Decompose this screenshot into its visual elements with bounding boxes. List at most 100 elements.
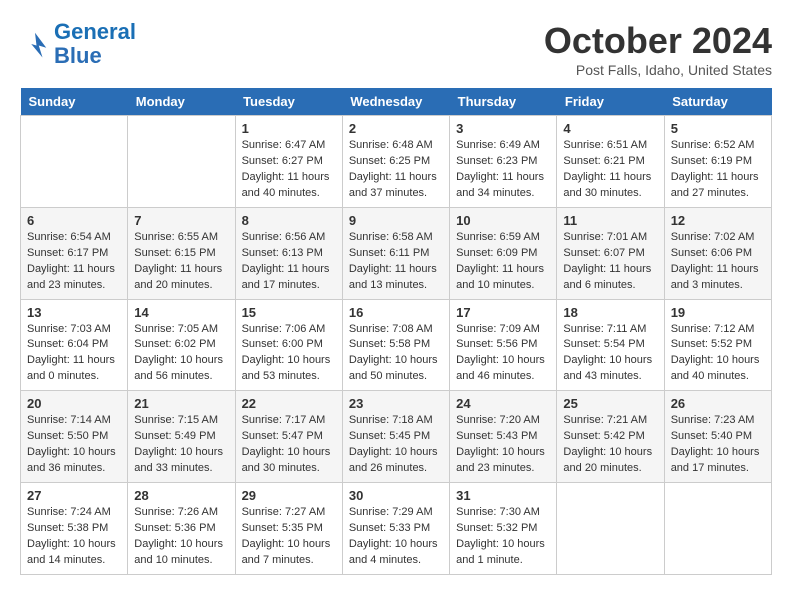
day-info: Sunrise: 6:52 AM Sunset: 6:19 PM Dayligh… bbox=[671, 138, 765, 202]
day-number: 20 bbox=[27, 396, 121, 411]
calendar-cell: 7 Sunrise: 6:55 AM Sunset: 6:15 PM Daylig… bbox=[128, 207, 235, 299]
calendar-cell: 27 Sunrise: 7:24 AM Sunset: 5:38 PM Dayli… bbox=[21, 483, 128, 575]
day-info: Sunrise: 6:55 AM Sunset: 6:15 PM Dayligh… bbox=[134, 230, 228, 294]
day-number: 14 bbox=[134, 305, 228, 320]
day-info: Sunrise: 7:29 AM Sunset: 5:33 PM Dayligh… bbox=[349, 505, 443, 569]
day-number: 17 bbox=[456, 305, 550, 320]
day-number: 19 bbox=[671, 305, 765, 320]
day-number: 23 bbox=[349, 396, 443, 411]
day-info: Sunrise: 7:20 AM Sunset: 5:43 PM Dayligh… bbox=[456, 413, 550, 477]
calendar-cell: 18 Sunrise: 7:11 AM Sunset: 5:54 PM Dayli… bbox=[557, 299, 664, 391]
day-number: 30 bbox=[349, 488, 443, 503]
calendar-cell: 12 Sunrise: 7:02 AM Sunset: 6:06 PM Dayli… bbox=[664, 207, 771, 299]
calendar-cell: 24Sunrise: 7:20 AM Sunset: 5:43 PM Dayli… bbox=[450, 391, 557, 483]
day-number: 3 bbox=[456, 121, 550, 136]
logo-line1: General bbox=[54, 19, 136, 44]
day-number: 12 bbox=[671, 213, 765, 228]
day-number: 5 bbox=[671, 121, 765, 136]
day-number: 27 bbox=[27, 488, 121, 503]
day-info: Sunrise: 7:17 AM Sunset: 5:47 PM Dayligh… bbox=[242, 413, 336, 477]
day-info: Sunrise: 7:18 AM Sunset: 5:45 PM Dayligh… bbox=[349, 413, 443, 477]
calendar-cell: 15 Sunrise: 7:06 AM Sunset: 6:00 PM Dayli… bbox=[235, 299, 342, 391]
calendar-cell: 11Sunrise: 7:01 AM Sunset: 6:07 PM Dayli… bbox=[557, 207, 664, 299]
calendar-week-row: 20 Sunrise: 7:14 AM Sunset: 5:50 PM Dayli… bbox=[21, 391, 772, 483]
calendar-cell: 10 Sunrise: 6:59 AM Sunset: 6:09 PM Dayli… bbox=[450, 207, 557, 299]
calendar-cell: 26 Sunrise: 7:23 AM Sunset: 5:40 PM Dayli… bbox=[664, 391, 771, 483]
day-number: 15 bbox=[242, 305, 336, 320]
day-info: Sunrise: 6:48 AM Sunset: 6:25 PM Dayligh… bbox=[349, 138, 443, 202]
calendar-body: 1 Sunrise: 6:47 AM Sunset: 6:27 PM Daylig… bbox=[21, 116, 772, 575]
day-info: Sunrise: 6:51 AM Sunset: 6:21 PM Dayligh… bbox=[563, 138, 657, 202]
day-info: Sunrise: 7:23 AM Sunset: 5:40 PM Dayligh… bbox=[671, 413, 765, 477]
day-info: Sunrise: 7:05 AM Sunset: 6:02 PM Dayligh… bbox=[134, 322, 228, 386]
calendar-cell: 21 Sunrise: 7:15 AM Sunset: 5:49 PM Dayli… bbox=[128, 391, 235, 483]
calendar-cell: 17Sunrise: 7:09 AM Sunset: 5:56 PM Dayli… bbox=[450, 299, 557, 391]
logo-line2: Blue bbox=[54, 43, 102, 68]
calendar-cell: 22Sunrise: 7:17 AM Sunset: 5:47 PM Dayli… bbox=[235, 391, 342, 483]
day-info: Sunrise: 7:14 AM Sunset: 5:50 PM Dayligh… bbox=[27, 413, 121, 477]
day-number: 29 bbox=[242, 488, 336, 503]
calendar-cell: 30 Sunrise: 7:29 AM Sunset: 5:33 PM Dayli… bbox=[342, 483, 449, 575]
day-number: 16 bbox=[349, 305, 443, 320]
day-number: 21 bbox=[134, 396, 228, 411]
day-info: Sunrise: 6:56 AM Sunset: 6:13 PM Dayligh… bbox=[242, 230, 336, 294]
calendar-cell: 29Sunrise: 7:27 AM Sunset: 5:35 PM Dayli… bbox=[235, 483, 342, 575]
calendar-cell: 19 Sunrise: 7:12 AM Sunset: 5:52 PM Dayli… bbox=[664, 299, 771, 391]
month-title: October 2024 bbox=[544, 20, 772, 62]
day-info: Sunrise: 6:47 AM Sunset: 6:27 PM Dayligh… bbox=[242, 138, 336, 202]
calendar-cell bbox=[557, 483, 664, 575]
calendar-cell: 16Sunrise: 7:08 AM Sunset: 5:58 PM Dayli… bbox=[342, 299, 449, 391]
day-number: 25 bbox=[563, 396, 657, 411]
calendar-cell: 4 Sunrise: 6:51 AM Sunset: 6:21 PM Daylig… bbox=[557, 116, 664, 208]
day-info: Sunrise: 7:30 AM Sunset: 5:32 PM Dayligh… bbox=[456, 505, 550, 569]
calendar-cell: 14 Sunrise: 7:05 AM Sunset: 6:02 PM Dayli… bbox=[128, 299, 235, 391]
day-number: 10 bbox=[456, 213, 550, 228]
calendar-week-row: 27 Sunrise: 7:24 AM Sunset: 5:38 PM Dayli… bbox=[21, 483, 772, 575]
day-number: 28 bbox=[134, 488, 228, 503]
day-number: 1 bbox=[242, 121, 336, 136]
logo: General Blue bbox=[20, 20, 136, 68]
calendar-table: SundayMondayTuesdayWednesdayThursdayFrid… bbox=[20, 88, 772, 575]
calendar-week-row: 6 Sunrise: 6:54 AM Sunset: 6:17 PM Daylig… bbox=[21, 207, 772, 299]
calendar-cell: 3Sunrise: 6:49 AM Sunset: 6:23 PM Daylig… bbox=[450, 116, 557, 208]
calendar-week-row: 1 Sunrise: 6:47 AM Sunset: 6:27 PM Daylig… bbox=[21, 116, 772, 208]
day-number: 7 bbox=[134, 213, 228, 228]
calendar-cell: 23 Sunrise: 7:18 AM Sunset: 5:45 PM Dayli… bbox=[342, 391, 449, 483]
weekday-header-cell: Friday bbox=[557, 88, 664, 116]
calendar-week-row: 13 Sunrise: 7:03 AM Sunset: 6:04 PM Dayli… bbox=[21, 299, 772, 391]
day-number: 26 bbox=[671, 396, 765, 411]
day-info: Sunrise: 7:06 AM Sunset: 6:00 PM Dayligh… bbox=[242, 322, 336, 386]
day-number: 4 bbox=[563, 121, 657, 136]
day-info: Sunrise: 7:24 AM Sunset: 5:38 PM Dayligh… bbox=[27, 505, 121, 569]
day-number: 11 bbox=[563, 213, 657, 228]
day-number: 31 bbox=[456, 488, 550, 503]
day-info: Sunrise: 7:02 AM Sunset: 6:06 PM Dayligh… bbox=[671, 230, 765, 294]
calendar-cell: 28Sunrise: 7:26 AM Sunset: 5:36 PM Dayli… bbox=[128, 483, 235, 575]
page-header: General Blue October 2024 Post Falls, Id… bbox=[20, 20, 772, 78]
day-info: Sunrise: 7:03 AM Sunset: 6:04 PM Dayligh… bbox=[27, 322, 121, 386]
weekday-header-cell: Sunday bbox=[21, 88, 128, 116]
calendar-cell: 9Sunrise: 6:58 AM Sunset: 6:11 PM Daylig… bbox=[342, 207, 449, 299]
day-info: Sunrise: 6:54 AM Sunset: 6:17 PM Dayligh… bbox=[27, 230, 121, 294]
calendar-cell: 6 Sunrise: 6:54 AM Sunset: 6:17 PM Daylig… bbox=[21, 207, 128, 299]
weekday-header-cell: Wednesday bbox=[342, 88, 449, 116]
day-info: Sunrise: 7:21 AM Sunset: 5:42 PM Dayligh… bbox=[563, 413, 657, 477]
weekday-header-cell: Saturday bbox=[664, 88, 771, 116]
day-number: 2 bbox=[349, 121, 443, 136]
weekday-header-cell: Thursday bbox=[450, 88, 557, 116]
day-number: 18 bbox=[563, 305, 657, 320]
day-number: 13 bbox=[27, 305, 121, 320]
day-number: 6 bbox=[27, 213, 121, 228]
calendar-cell: 5 Sunrise: 6:52 AM Sunset: 6:19 PM Daylig… bbox=[664, 116, 771, 208]
day-number: 9 bbox=[349, 213, 443, 228]
logo-icon bbox=[20, 29, 50, 59]
weekday-header-cell: Tuesday bbox=[235, 88, 342, 116]
day-number: 8 bbox=[242, 213, 336, 228]
calendar-cell bbox=[128, 116, 235, 208]
location: Post Falls, Idaho, United States bbox=[544, 62, 772, 78]
day-info: Sunrise: 7:11 AM Sunset: 5:54 PM Dayligh… bbox=[563, 322, 657, 386]
calendar-cell bbox=[21, 116, 128, 208]
day-info: Sunrise: 6:59 AM Sunset: 6:09 PM Dayligh… bbox=[456, 230, 550, 294]
day-info: Sunrise: 7:12 AM Sunset: 5:52 PM Dayligh… bbox=[671, 322, 765, 386]
day-info: Sunrise: 7:15 AM Sunset: 5:49 PM Dayligh… bbox=[134, 413, 228, 477]
